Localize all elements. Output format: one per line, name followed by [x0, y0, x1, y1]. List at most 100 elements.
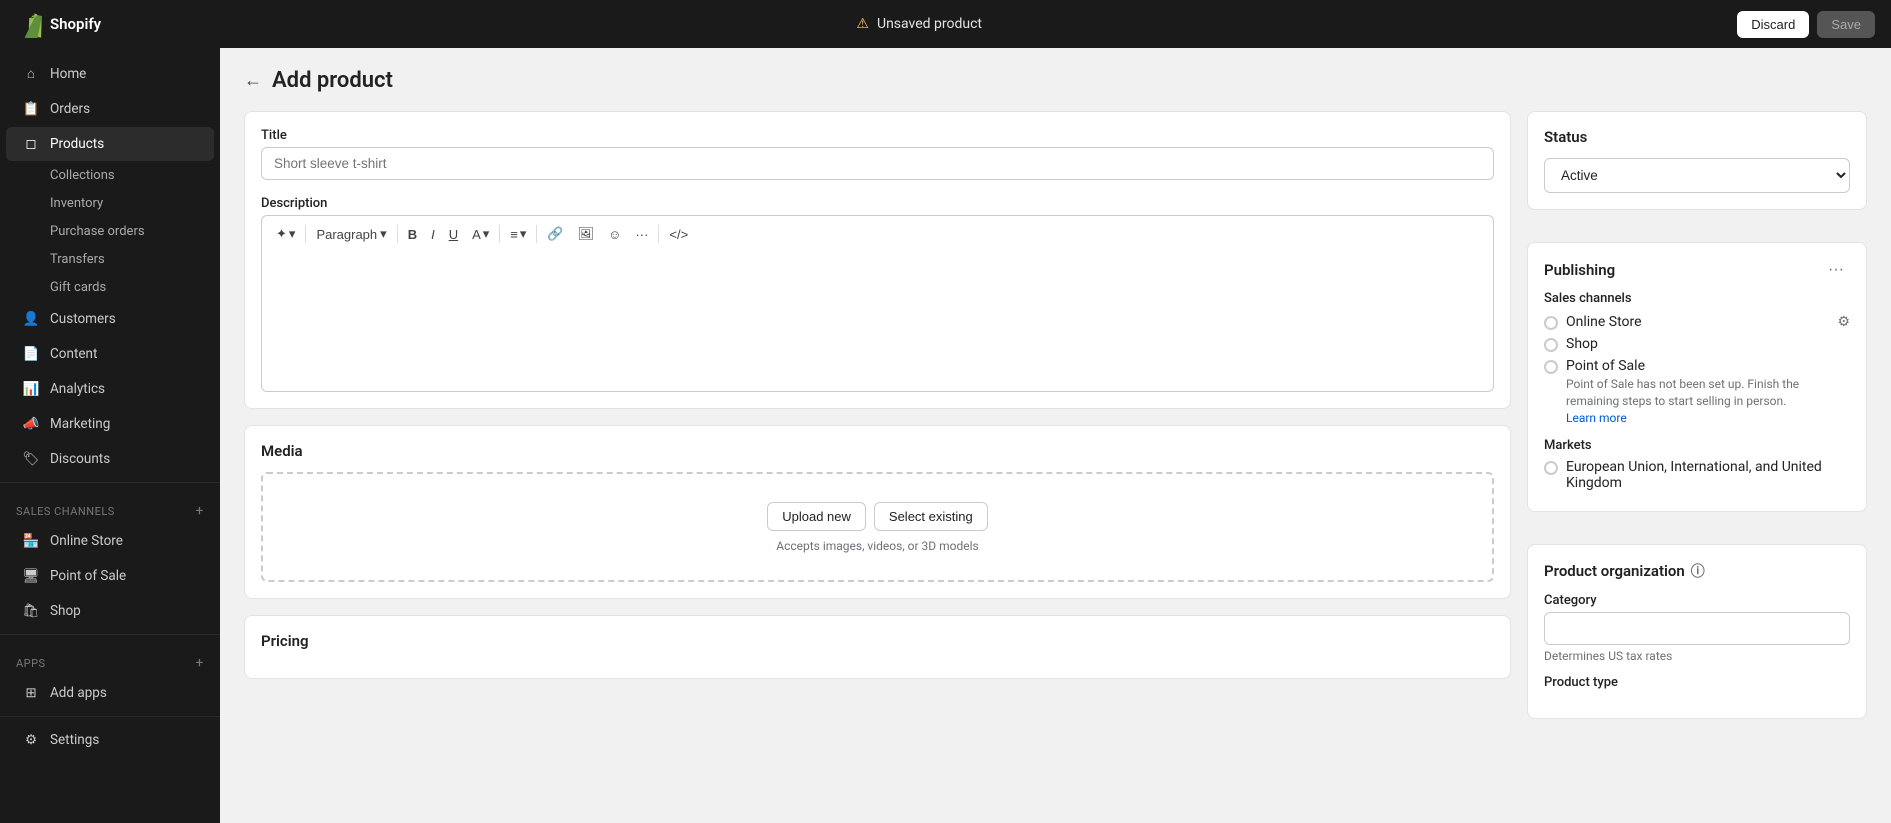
sidebar-item-discounts[interactable]: 🏷 Discounts	[6, 442, 214, 476]
paragraph-dropdown[interactable]: Paragraph ▾	[310, 222, 392, 246]
discounts-icon: 🏷	[22, 450, 40, 468]
media-dropzone[interactable]: Upload new Select existing Accepts image…	[261, 472, 1494, 582]
discard-button[interactable]: Discard	[1737, 11, 1809, 38]
transfers-label: Transfers	[50, 252, 105, 267]
publishing-header: Publishing ···	[1544, 259, 1850, 281]
text-color-btn[interactable]: A ▾	[466, 222, 495, 246]
paragraph-chevron: ▾	[380, 226, 387, 242]
underline-btn[interactable]: U	[443, 223, 464, 246]
analytics-icon: 📊	[22, 380, 40, 398]
sales-channels-expand[interactable]: +	[196, 503, 204, 519]
underline-label: U	[449, 227, 458, 242]
toolbar-divider-2	[397, 225, 398, 243]
apps-section: Apps +	[0, 641, 220, 675]
bold-label: B	[408, 227, 417, 242]
pos-learn-more-link[interactable]: Learn more	[1566, 411, 1627, 425]
title-field-label: Title	[261, 128, 1494, 143]
shop-icon: 🛍	[22, 602, 40, 620]
pricing-card: Pricing	[244, 615, 1511, 679]
save-button[interactable]: Save	[1817, 11, 1875, 38]
collections-label: Collections	[50, 168, 115, 183]
sidebar-sub-transfers[interactable]: Transfers	[6, 246, 214, 273]
link-btn[interactable]: 🔗	[541, 222, 569, 246]
title-description-card: Title Description ✦ ▾ Paragraph	[244, 111, 1511, 409]
shop-radio[interactable]	[1544, 338, 1558, 352]
toolbar-divider-4	[536, 225, 537, 243]
online-store-channel-icon: ⚙	[1837, 314, 1850, 330]
select-existing-button[interactable]: Select existing	[874, 502, 988, 531]
discounts-label: Discounts	[50, 451, 110, 467]
brand-name: shopify	[50, 15, 101, 33]
market-eu: European Union, International, and Unite…	[1544, 459, 1850, 491]
align-btn[interactable]: ≡ ▾	[504, 222, 532, 246]
image-icon: 🖼	[578, 226, 595, 242]
description-field-label: Description	[261, 196, 1494, 211]
magic-btn[interactable]: ✦ ▾	[270, 222, 301, 246]
shopify-logo: shopify	[16, 10, 101, 38]
customers-icon: 👤	[22, 310, 40, 328]
channel-online-store: Online Store ⚙	[1544, 314, 1850, 330]
category-input[interactable]	[1544, 612, 1850, 645]
title-input[interactable]	[261, 147, 1494, 180]
sidebar-item-content[interactable]: 📄 Content	[6, 337, 214, 371]
toolbar-divider-3	[499, 225, 500, 243]
sidebar-item-orders[interactable]: 📋 Orders	[6, 92, 214, 126]
more-format-btn[interactable]: ···	[629, 223, 654, 246]
emoji-icon: ☺	[608, 227, 621, 242]
media-card: Media Upload new Select existing Accepts…	[244, 425, 1511, 599]
sidebar-sub-collections[interactable]: Collections	[6, 162, 214, 189]
publishing-more-button[interactable]: ···	[1822, 259, 1850, 281]
status-card: Status Active Draft	[1527, 111, 1867, 210]
category-field: Category Determines US tax rates	[1544, 593, 1850, 663]
emoji-btn[interactable]: ☺	[602, 223, 627, 246]
sidebar-item-home[interactable]: ⌂ Home	[6, 57, 214, 91]
category-hint: Determines US tax rates	[1544, 649, 1850, 663]
sidebar-item-products[interactable]: ◻ Products	[6, 127, 214, 161]
sidebar-item-shop[interactable]: 🛍 Shop	[6, 594, 214, 628]
sidebar-item-settings[interactable]: ⚙ Settings	[6, 723, 214, 757]
sidebar-item-point-of-sale[interactable]: 🖥 Point of Sale	[6, 559, 214, 593]
back-button[interactable]: ←	[244, 70, 262, 91]
warning-icon: ⚠	[856, 16, 869, 32]
eu-market-name: European Union, International, and Unite…	[1566, 459, 1850, 491]
sidebar-item-add-apps[interactable]: ⊞ Add apps	[6, 676, 214, 710]
pos-channel-name: Point of Sale	[1566, 358, 1850, 374]
online-store-label: Online Store	[50, 533, 123, 549]
shop-channel-name: Shop	[1566, 336, 1598, 352]
product-org-info-icon[interactable]: ⓘ	[1691, 561, 1705, 581]
content-grid: Title Description ✦ ▾ Paragraph	[244, 111, 1867, 735]
content-icon: 📄	[22, 345, 40, 363]
product-type-field: Product type	[1544, 675, 1850, 690]
status-select[interactable]: Active Draft	[1544, 158, 1850, 193]
link-icon: 🔗	[547, 226, 563, 242]
apps-expand[interactable]: +	[196, 655, 204, 671]
sidebar-item-marketing[interactable]: 📣 Marketing	[6, 407, 214, 441]
text-color-chevron: ▾	[483, 226, 490, 242]
magic-icon: ✦	[276, 226, 287, 242]
image-btn[interactable]: 🖼	[572, 222, 601, 246]
bold-btn[interactable]: B	[402, 223, 423, 246]
page-header: ← Add product	[244, 68, 1867, 93]
sidebar-item-online-store[interactable]: 🏪 Online Store	[6, 524, 214, 558]
italic-btn[interactable]: I	[425, 223, 441, 246]
gift-cards-label: Gift cards	[50, 280, 106, 295]
description-editor[interactable]	[261, 252, 1494, 392]
sidebar-item-customers[interactable]: 👤 Customers	[6, 302, 214, 336]
sidebar-sub-gift-cards[interactable]: Gift cards	[6, 274, 214, 301]
eu-market-radio[interactable]	[1544, 461, 1558, 475]
publishing-card: Publishing ··· Sales channels Online Sto…	[1527, 242, 1867, 512]
sidebar-sub-inventory[interactable]: Inventory	[6, 190, 214, 217]
media-hint: Accepts images, videos, or 3D models	[776, 539, 979, 553]
sidebar-sub-purchase-orders[interactable]: Purchase orders	[6, 218, 214, 245]
analytics-label: Analytics	[50, 381, 105, 397]
upload-new-button[interactable]: Upload new	[767, 502, 866, 531]
code-btn[interactable]: </>	[663, 223, 694, 246]
sidebar-divider-3	[0, 716, 220, 717]
home-icon: ⌂	[22, 65, 40, 83]
add-apps-icon: ⊞	[22, 684, 40, 702]
pos-radio[interactable]	[1544, 360, 1558, 374]
orders-label: Orders	[50, 101, 90, 117]
online-store-radio[interactable]	[1544, 316, 1558, 330]
sidebar-item-analytics[interactable]: 📊 Analytics	[6, 372, 214, 406]
sidebar: ⌂ Home 📋 Orders ◻ Products Collections I…	[0, 48, 220, 823]
